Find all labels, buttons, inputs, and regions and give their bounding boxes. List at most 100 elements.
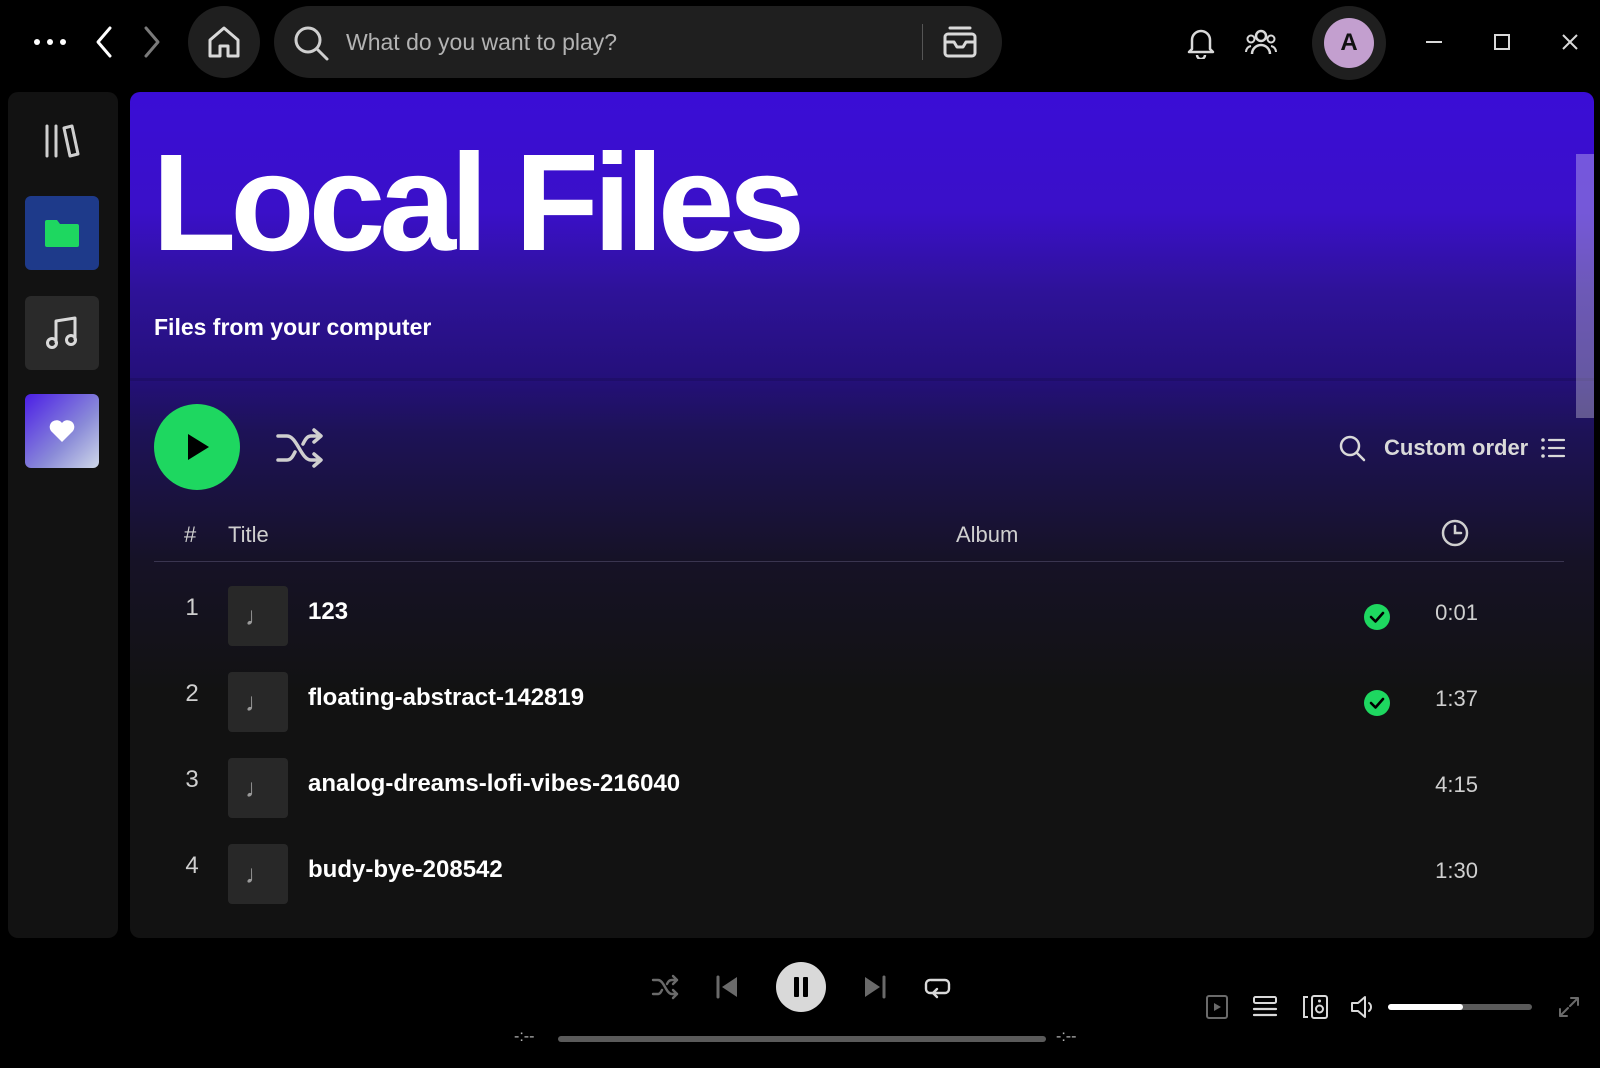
track-thumbnail: ♩ — [228, 758, 288, 818]
volume-level — [1388, 1004, 1463, 1010]
mute-button[interactable] — [1348, 992, 1378, 1022]
search-in-playlist-button[interactable] — [1334, 430, 1370, 466]
table-row[interactable]: 2 ♩ floating-abstract-142819 1:37 — [154, 662, 1564, 742]
column-title[interactable]: Title — [228, 522, 269, 548]
maximize-button[interactable] — [1482, 22, 1522, 62]
home-icon — [208, 26, 240, 58]
table-row[interactable]: 1 ♩ 123 0:01 — [154, 576, 1564, 656]
sort-order-button[interactable]: Custom order — [1384, 430, 1566, 466]
downloaded-check-icon — [1364, 604, 1390, 630]
bell-icon — [1187, 29, 1215, 59]
downloaded-check-icon — [1364, 690, 1390, 716]
pause-icon — [794, 977, 808, 997]
search-icon — [294, 26, 329, 61]
sidebar-item-local-files[interactable] — [25, 196, 99, 270]
minimize-icon — [1426, 41, 1442, 43]
friends-icon — [1245, 29, 1277, 55]
forward-button[interactable] — [132, 22, 172, 62]
header-divider — [130, 378, 1594, 381]
fullscreen-icon — [1559, 997, 1579, 1017]
notifications-button[interactable] — [1180, 22, 1222, 64]
clock-icon[interactable] — [1440, 518, 1470, 548]
music-note-icon: ♩ — [245, 772, 271, 803]
track-number: 1 — [185, 594, 199, 621]
track-duration: 4:15 — [1435, 772, 1478, 797]
more-dots-icon — [34, 39, 66, 45]
close-window-button[interactable] — [1550, 22, 1590, 62]
page-subtitle: Files from your computer — [154, 314, 432, 340]
volume-slider[interactable] — [1388, 1004, 1532, 1010]
more-options-button[interactable] — [28, 24, 72, 60]
track-thumbnail: ♩ — [228, 586, 288, 646]
track-title[interactable]: 123 — [308, 598, 348, 626]
music-note-icon: ♩ — [245, 600, 271, 631]
back-button[interactable] — [84, 22, 124, 62]
home-button[interactable] — [188, 6, 260, 78]
queue-icon — [1252, 996, 1278, 1017]
track-duration: 1:37 — [1435, 686, 1478, 711]
volume-icon — [1351, 996, 1372, 1018]
heart-icon — [49, 420, 75, 442]
avatar: A — [1324, 18, 1374, 68]
play-icon — [188, 434, 209, 460]
sort-order-label: Custom order — [1384, 435, 1529, 460]
close-icon — [1562, 34, 1578, 50]
previous-track-button[interactable] — [710, 970, 744, 1004]
table-row[interactable]: 3 ♩ analog-dreams-lofi-vibes-216040 4:15 — [154, 748, 1564, 828]
search-input[interactable] — [346, 22, 886, 62]
search-bar — [274, 6, 1002, 78]
pause-button[interactable] — [776, 962, 826, 1012]
queue-button[interactable] — [1250, 992, 1280, 1022]
column-number: # — [184, 522, 197, 547]
player-shuffle-button[interactable] — [648, 970, 682, 1004]
track-title[interactable]: floating-abstract-142819 — [308, 684, 584, 712]
fullscreen-button[interactable] — [1554, 992, 1584, 1022]
total-time: -:-- — [1056, 1028, 1077, 1045]
browse-button[interactable] — [938, 20, 982, 64]
track-number: 3 — [185, 766, 199, 793]
browse-icon — [943, 26, 977, 58]
maximize-icon — [1494, 34, 1510, 50]
repeat-button[interactable] — [920, 970, 954, 1004]
shuffle-icon — [651, 974, 679, 1000]
chevron-right-icon — [144, 26, 160, 58]
table-row[interactable]: 4 ♩ budy-bye-208542 1:30 — [154, 834, 1564, 914]
minimize-button[interactable] — [1414, 22, 1454, 62]
music-note-icon: ♩ — [245, 858, 271, 889]
skip-forward-icon — [865, 975, 886, 999]
shuffle-icon — [276, 428, 323, 468]
track-duration: 1:30 — [1435, 858, 1478, 883]
repeat-icon — [924, 978, 951, 999]
track-title[interactable]: budy-bye-208542 — [308, 856, 503, 884]
page-title: Local Files — [152, 126, 805, 280]
now-playing-icon — [1206, 995, 1228, 1019]
now-playing-view-button[interactable] — [1202, 992, 1232, 1022]
top-bar: A — [0, 0, 1600, 88]
sidebar-item-library[interactable] — [25, 104, 99, 178]
elapsed-time: -:-- — [514, 1028, 535, 1045]
track-number: 2 — [185, 680, 199, 707]
sidebar-item-music[interactable] — [25, 296, 99, 370]
track-duration: 0:01 — [1435, 600, 1478, 625]
search-divider — [922, 24, 923, 60]
folder-icon — [45, 220, 79, 247]
main-view: Local Files Files from your computer Cus… — [130, 92, 1594, 938]
track-title[interactable]: analog-dreams-lofi-vibes-216040 — [308, 770, 680, 798]
library-sidebar — [8, 92, 118, 938]
playback-progress-bar[interactable] — [558, 1036, 1046, 1042]
friend-activity-button[interactable] — [1240, 22, 1282, 64]
scrollbar[interactable] — [1576, 154, 1594, 418]
profile-button[interactable]: A — [1312, 6, 1386, 80]
skip-back-icon — [716, 975, 737, 999]
music-note-icon: ♩ — [245, 686, 271, 717]
play-button[interactable] — [154, 404, 240, 490]
sidebar-item-liked-songs[interactable] — [25, 394, 99, 468]
column-album[interactable]: Album — [956, 522, 1018, 548]
next-track-button[interactable] — [858, 970, 892, 1004]
shuffle-button[interactable] — [274, 422, 326, 474]
connect-device-button[interactable] — [1300, 992, 1330, 1022]
track-number: 4 — [185, 852, 199, 879]
table-header: # Title Album — [154, 512, 1564, 562]
search-icon — [1339, 435, 1366, 462]
track-thumbnail: ♩ — [228, 844, 288, 904]
